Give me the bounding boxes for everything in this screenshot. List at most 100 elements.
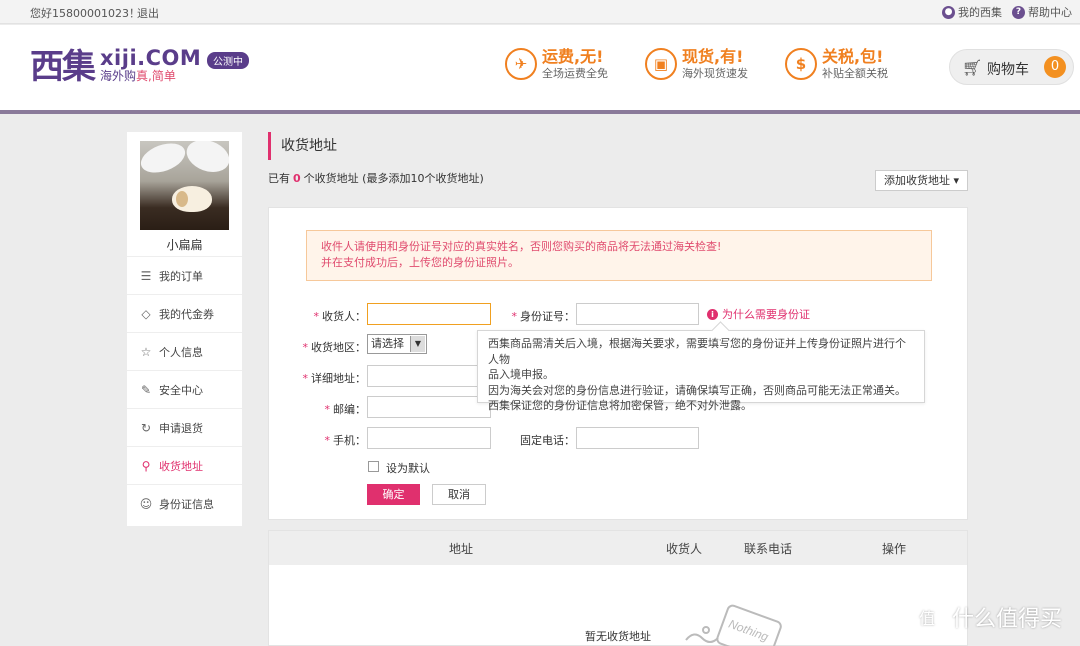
promo-title: 关税,包! [822,47,884,66]
watermark-text: 什么值得买 [952,607,1063,632]
zip-label: * 邮编： [324,403,367,416]
default-checkbox[interactable] [368,461,379,472]
cart-icon: 🛒︎ [962,58,983,77]
beta-badge: 公测中 [207,52,249,69]
why-id-link[interactable]: i 为什么需要身份证 [707,306,810,322]
info-icon: i [707,308,718,320]
sidebar-item-security[interactable]: ✎ 安全中心 [127,370,242,408]
list-icon: ☰ [140,268,152,283]
col-recipient: 收货人 [666,542,703,556]
cart-label: 购物车 [987,62,1029,78]
promo-sub: 补贴全额关税 [822,67,888,80]
why-id-text: 为什么需要身份证 [722,308,810,321]
location-icon: ⚲ [141,458,151,473]
tooltip-line: 西集商品需清关后入境，根据海关要求，需要填写您的身份证并上传身份证照片进行个人物 [488,337,906,366]
promo-title: 运费,无! [542,47,604,66]
help-center-link[interactable]: ? 帮助中心 [1012,4,1072,20]
id-tooltip: 西集商品需清关后入境，根据海关要求，需要填写您的身份证并上传身份证照片进行个人物… [477,330,925,412]
avatar-wing-left [140,141,190,179]
top-bar: 您好15800001023！ 退出 ● 我的西集 ? 帮助中心 [0,0,1080,24]
my-xiji-label: 我的西集 [958,6,1002,19]
logo-brand: xiji.COM [100,46,202,70]
greeting-text: 您好15800001023！ [30,7,140,20]
add-address-button[interactable]: 添加收货地址 ▾ [875,170,968,191]
smzdm-logo-icon: 值 [910,600,944,634]
recipient-input[interactable] [367,303,491,325]
sidebar-item-profile[interactable]: ☆ 个人信息 [127,332,242,370]
tag-icon: ◇ [141,306,151,321]
promo-title: 现货,有! [682,47,744,66]
logo-mark: 西集 [30,47,96,87]
sidebar-item-label: 身份证信息 [159,497,214,511]
address-label: * 详细地址： [302,372,367,385]
landline-input[interactable] [576,427,699,449]
logo-slogan: 海外购真,简单 [100,69,176,83]
cancel-button[interactable]: 取消 [432,484,486,505]
chevron-down-icon: ▼ [410,336,425,352]
page-title: 收货地址 [268,132,337,160]
promo-free-shipping: ✈ 运费,无! 全场运费全免 [505,47,608,81]
sidebar-item-label: 申请退货 [159,421,203,435]
warning-line: 并在支付成功后，上传您的身份证照片。 [321,256,519,269]
sidebar-menu: ☰ 我的订单 ◇ 我的代金券 ☆ 个人信息 ✎ 安全中心 ↻ 申请退货 ⚲ 收货… [127,256,242,522]
empty-message: 暂无收货地址 [585,630,651,643]
col-phone: 联系电话 [744,542,793,556]
col-action: 操作 [882,542,907,556]
sidebar-item-label: 我的订单 [159,269,203,283]
sidebar-item-label: 安全中心 [159,383,203,397]
header-divider [0,110,1080,114]
star-icon: ☆ [140,344,152,359]
refresh-icon: ↻ [140,420,152,435]
avatar-dog-ear [176,191,188,207]
watermark: 值 什么值得买 [910,600,1062,634]
id-number-label: * 身份证号： [511,310,576,323]
sidebar-item-label: 收货地址 [159,459,203,473]
promo-sub: 全场运费全免 [542,67,608,80]
sidebar-item-orders[interactable]: ☰ 我的订单 [127,256,242,294]
warning-line: 收件人请使用和身份证号对应的真实姓名，否则您购买的商品将无法通过海关检查! [321,240,722,253]
recipient-label: * 收货人： [313,310,367,323]
sidebar-item-returns[interactable]: ↻ 申请退货 [127,408,242,446]
plane-icon: ✈ [505,48,537,80]
table-header: 地址 收货人 联系电话 操作 [269,531,967,565]
promo-in-stock: ▣ 现货,有! 海外现货速发 [645,47,748,81]
col-address: 地址 [449,542,474,556]
default-checkbox-label: 设为默认 [386,462,430,475]
avatar[interactable] [140,141,229,230]
sidebar-item-label: 我的代金券 [159,307,214,321]
tooltip-line: 因为海关会对您的身份信息进行验证，请确保填写正确，否则商品可能无法正常通关。 [488,383,906,397]
sidebar-item-vouchers[interactable]: ◇ 我的代金券 [127,294,242,332]
edit-icon: ✎ [140,382,152,397]
nothing-stamp-icon: Nothing [685,604,782,646]
sidebar-item-label: 个人信息 [159,345,203,359]
cart-button[interactable]: 🛒︎ 购物车 0 [949,49,1074,85]
user-icon: ● [942,5,955,19]
address-input[interactable] [367,365,479,387]
username: 小扁扁 [166,238,203,252]
account-sidebar: 小扁扁 ☰ 我的订单 ◇ 我的代金券 ☆ 个人信息 ✎ 安全中心 ↻ 申请退货 … [127,132,242,526]
address-count-line: 已有 0 个收货地址 (最多添加10个收货地址) [268,172,484,185]
help-label: 帮助中心 [1028,6,1072,19]
site-logo[interactable]: 西集 xiji.COM 海外购真,简单 [30,47,201,87]
promo-sub: 海外现货速发 [682,67,748,80]
region-label: * 收货地区： [302,341,367,354]
my-xiji-link[interactable]: ● 我的西集 [942,4,1002,20]
sidebar-item-addresses[interactable]: ⚲ 收货地址 [127,446,242,484]
region-select[interactable]: 请选择 ▼ [367,334,427,354]
warning-box: 收件人请使用和身份证号对应的真实姓名，否则您购买的商品将无法通过海关检查! 并在… [306,230,932,281]
tooltip-line: 品入境申报。 [488,368,554,381]
help-icon: ? [1012,5,1025,19]
mobile-input[interactable] [367,427,491,449]
mobile-label: * 手机： [324,434,367,447]
address-count: 0 [293,172,301,185]
site-header: 西集 xiji.COM 海外购真,简单 公测中 ✈ 运费,无! 全场运费全免 ▣… [0,25,1080,110]
landline-label: 固定电话： [520,434,575,447]
confirm-button[interactable]: 确定 [367,484,420,505]
logout-link[interactable]: 退出 [137,5,159,21]
money-icon: $ [785,48,817,80]
zip-input[interactable] [367,396,491,418]
id-number-input[interactable] [576,303,699,325]
sidebar-item-id-info[interactable]: ☺ 身份证信息 [127,484,242,522]
top-links: ● 我的西集 ? 帮助中心 [942,4,1072,20]
promo-tax: $ 关税,包! 补贴全额关税 [785,47,888,81]
